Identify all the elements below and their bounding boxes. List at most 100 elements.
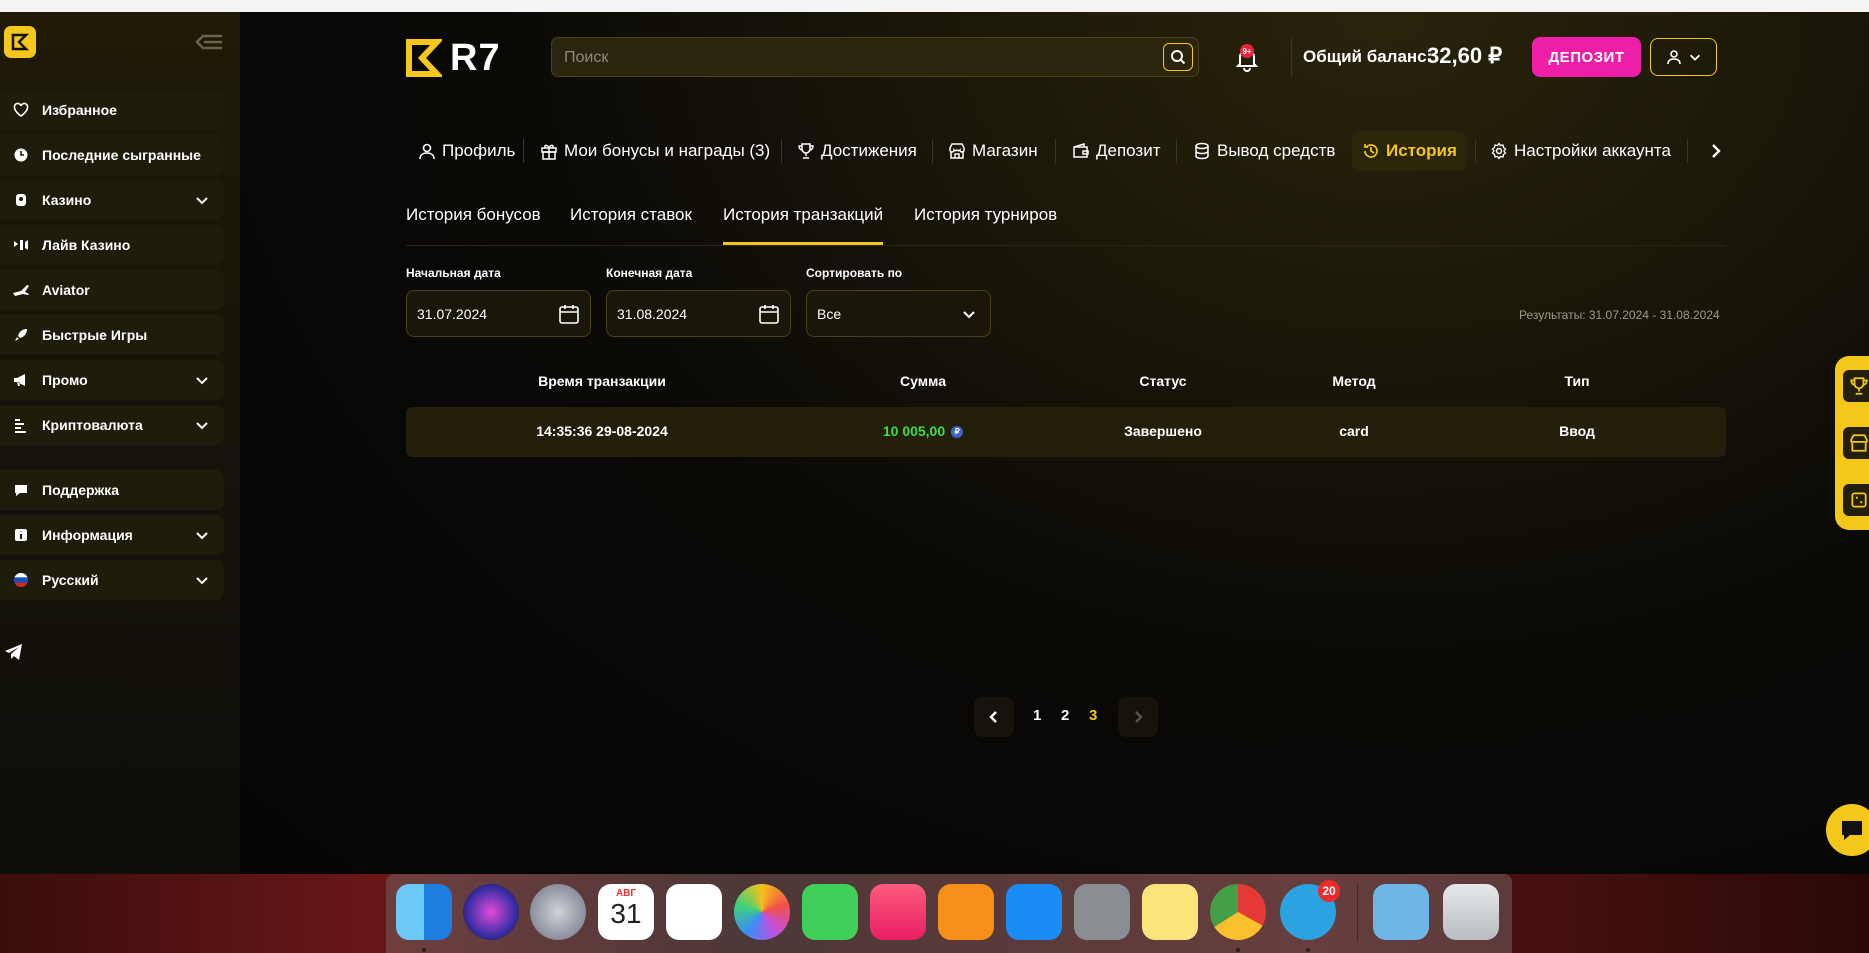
calendar-icon[interactable]: АВГ 31 bbox=[598, 884, 654, 940]
prev-page-button[interactable] bbox=[974, 697, 1014, 737]
dock-separator bbox=[1357, 884, 1358, 942]
sidebar-item-casino[interactable]: Казино bbox=[0, 180, 224, 220]
cell-type: Ввод bbox=[1559, 423, 1595, 439]
start-date-value: 31.07.2024 bbox=[417, 306, 488, 322]
subtab-bonus-history[interactable]: История бонусов bbox=[406, 205, 541, 245]
search-button[interactable] bbox=[1163, 43, 1193, 71]
trophy-icon[interactable] bbox=[1843, 370, 1869, 402]
side-logo[interactable] bbox=[4, 26, 36, 58]
end-date-field[interactable]: 31.08.2024 bbox=[606, 290, 791, 337]
tab-divider bbox=[1475, 139, 1476, 163]
subtab-transaction-history[interactable]: История транзакций bbox=[723, 205, 884, 245]
dice-icon[interactable] bbox=[1843, 484, 1869, 516]
column-header-status: Статус bbox=[1139, 373, 1187, 389]
notes-icon[interactable] bbox=[1142, 884, 1198, 940]
app-store-icon[interactable] bbox=[1006, 884, 1062, 940]
sidebar-item-promo[interactable]: Промо bbox=[0, 360, 224, 400]
tab-profile[interactable]: Профиль bbox=[418, 131, 515, 171]
sidebar-item-aviator[interactable]: Aviator bbox=[0, 270, 224, 310]
user-icon bbox=[1666, 50, 1681, 65]
sidebar-item-label: Лайв Казино bbox=[42, 237, 131, 253]
table-row: 14:35:36 29-08-2024 10 005,00 ₽ Завершено… bbox=[406, 407, 1726, 457]
music-icon[interactable] bbox=[870, 884, 926, 940]
chevron-down-icon bbox=[196, 422, 208, 430]
tab-achievements[interactable]: Достижения bbox=[797, 131, 917, 171]
store-icon[interactable] bbox=[1843, 427, 1869, 459]
calendar-icon bbox=[559, 305, 579, 324]
clock-icon bbox=[12, 146, 30, 164]
chrome-icon[interactable] bbox=[1210, 884, 1266, 940]
search-icon bbox=[1171, 50, 1186, 65]
launchpad-icon[interactable] bbox=[530, 884, 586, 940]
next-page-button[interactable] bbox=[1118, 697, 1158, 737]
subtab-bet-history[interactable]: История ставок bbox=[570, 205, 692, 245]
subtab-tournament-history[interactable]: История турниров bbox=[914, 205, 1057, 245]
finder-icon[interactable] bbox=[396, 884, 452, 940]
tab-divider bbox=[1176, 139, 1177, 163]
dock-running-dot bbox=[1236, 948, 1240, 952]
user-menu-button[interactable] bbox=[1650, 38, 1717, 76]
sidebar-item-language[interactable]: Русский bbox=[0, 560, 224, 600]
sidebar-item-recent[interactable]: Последние сыгранные bbox=[0, 135, 224, 175]
deposit-button[interactable]: ДЕПОЗИТ bbox=[1532, 37, 1641, 77]
chat-button[interactable] bbox=[1826, 804, 1869, 856]
tab-divider bbox=[932, 139, 933, 163]
tab-label: Профиль bbox=[442, 141, 516, 160]
brand-logo[interactable]: R7 bbox=[406, 36, 501, 80]
rocket-icon bbox=[12, 326, 30, 344]
dock-running-dot bbox=[1306, 948, 1310, 952]
balance-value: 32,60 ₽ bbox=[1427, 43, 1503, 68]
downloads-folder-icon[interactable] bbox=[1373, 884, 1429, 940]
sidebar-item-info[interactable]: Информация bbox=[0, 515, 224, 555]
sidebar-item-support[interactable]: Поддержка bbox=[0, 470, 224, 510]
russia-flag-icon bbox=[12, 571, 30, 589]
gear-icon bbox=[1491, 142, 1507, 160]
facetime-icon[interactable] bbox=[802, 884, 858, 940]
chevron-down-icon bbox=[196, 577, 208, 585]
casino-icon bbox=[12, 191, 30, 209]
start-date-field[interactable]: 31.07.2024 bbox=[406, 290, 591, 337]
r7-mark-icon bbox=[406, 39, 442, 77]
tab-deposit[interactable]: Депозит bbox=[1072, 131, 1161, 171]
page-2[interactable]: 2 bbox=[1061, 707, 1069, 724]
user-icon bbox=[419, 143, 435, 160]
search-bar bbox=[551, 37, 1199, 78]
quick-panel bbox=[1835, 356, 1869, 530]
store-icon bbox=[949, 143, 965, 159]
cell-time: 14:35:36 29-08-2024 bbox=[536, 423, 668, 439]
tab-label: Достижения bbox=[821, 141, 917, 160]
sidebar-item-label: Последние сыгранные bbox=[42, 147, 201, 163]
sidebar-item-label: Поддержка bbox=[42, 482, 120, 498]
trash-icon[interactable] bbox=[1443, 884, 1499, 940]
brand-name: R7 bbox=[450, 36, 501, 79]
sidebar-item-crypto[interactable]: Криптовалюта bbox=[0, 405, 224, 445]
system-preferences-icon[interactable] bbox=[1074, 884, 1130, 940]
start-date-label: Начальная дата bbox=[406, 266, 501, 280]
reminders-icon[interactable] bbox=[666, 884, 722, 940]
column-header-amount: Сумма bbox=[899, 373, 947, 389]
page-3[interactable]: 3 bbox=[1089, 707, 1097, 724]
search-input[interactable] bbox=[562, 38, 1126, 78]
tab-store[interactable]: Магазин bbox=[948, 131, 1038, 171]
sidebar-item-favorites[interactable]: Избранное bbox=[0, 90, 224, 130]
tab-label: Настройки аккаунта bbox=[1514, 141, 1671, 160]
telegram-icon[interactable] bbox=[2, 640, 26, 664]
tab-history[interactable]: История bbox=[1352, 131, 1467, 171]
tab-bonuses[interactable]: Мои бонусы и награды (3) bbox=[540, 131, 770, 171]
chevron-right-icon[interactable] bbox=[1706, 141, 1726, 161]
tab-account-settings[interactable]: Настройки аккаунта bbox=[1490, 131, 1671, 171]
page-1[interactable]: 1 bbox=[1033, 707, 1041, 724]
sort-select[interactable]: Все bbox=[806, 290, 991, 337]
sidebar-item-live-casino[interactable]: Лайв Казино bbox=[0, 225, 224, 265]
sidebar-item-label: Криптовалюта bbox=[42, 417, 143, 433]
books-icon[interactable] bbox=[938, 884, 994, 940]
siri-icon[interactable] bbox=[463, 884, 519, 940]
wallet-icon bbox=[1073, 142, 1089, 158]
sidebar-item-fast-games[interactable]: Быстрые Игры bbox=[0, 315, 224, 355]
sidebar-item-label: Информация bbox=[42, 527, 133, 543]
tab-withdraw[interactable]: Вывод средств bbox=[1193, 131, 1335, 171]
history-subtabs: История бонусов История ставок История т… bbox=[406, 205, 1726, 246]
photos-icon[interactable] bbox=[734, 884, 790, 940]
collapse-sidebar-icon[interactable] bbox=[193, 30, 223, 54]
info-icon bbox=[12, 526, 30, 544]
